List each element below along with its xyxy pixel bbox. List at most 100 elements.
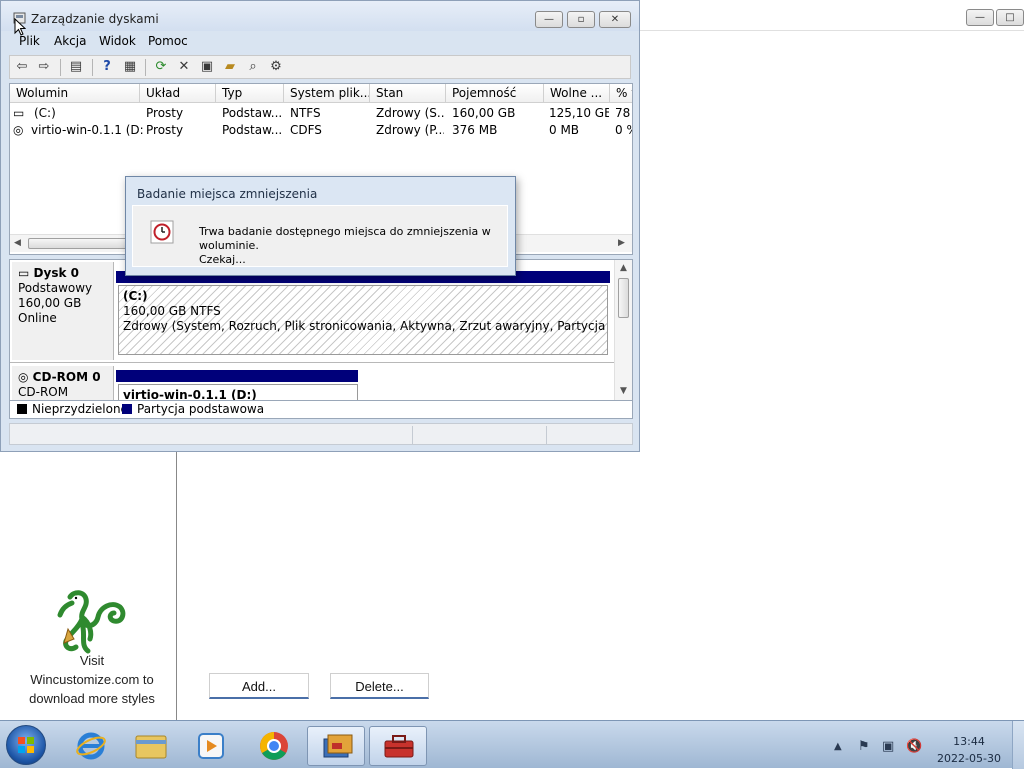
partition-size: 160,00 GB NTFS xyxy=(123,304,221,318)
chrome-icon xyxy=(260,732,288,760)
search-icon[interactable]: ⌕ xyxy=(244,59,262,75)
window-title: Zarządzanie dyskami xyxy=(31,12,159,26)
menu-plik[interactable]: Plik xyxy=(19,34,40,48)
main-titlebar[interactable]: Zarządzanie dyskami — ▫ ✕ xyxy=(1,1,639,31)
disk-name: Dysk 0 xyxy=(33,266,79,280)
settings-icon[interactable]: ⚙ xyxy=(267,59,285,75)
taskbar-media-player[interactable] xyxy=(182,726,240,766)
menu-pomoc[interactable]: Pomoc xyxy=(148,34,188,48)
partition-d[interactable]: virtio-win-0.1.1 (D:) xyxy=(118,384,358,400)
cell-wolne: 0 MB xyxy=(549,123,580,137)
clock-time[interactable]: 13:44 xyxy=(930,735,1008,748)
refresh-icon[interactable]: ⟳ xyxy=(152,59,170,75)
promo-line-3: download more styles xyxy=(29,691,155,706)
promo-line-1: Visit xyxy=(79,653,105,668)
action-center-flag-icon[interactable]: ⚑ xyxy=(858,739,870,754)
column-header-wolne[interactable]: Wolne ... xyxy=(544,84,610,103)
scroll-up-icon[interactable]: ▲ xyxy=(620,263,627,273)
cell-system-plikow: NTFS xyxy=(290,106,321,120)
shrink-query-dialog: Badanie miejsca zmniejszenia Trwa badani… xyxy=(125,176,516,276)
drive-icon: ▭ xyxy=(13,106,25,120)
open-folder-icon[interactable]: ▰ xyxy=(221,59,239,75)
delete-button[interactable]: Delete... xyxy=(330,673,429,699)
properties-pane-icon[interactable]: ▦ xyxy=(121,59,139,75)
scroll-left-icon[interactable]: ◀ xyxy=(14,238,21,248)
back-icon[interactable]: ⇦ xyxy=(13,59,31,75)
legend-primary-partition: Partycja podstawowa xyxy=(137,402,265,416)
network-icon[interactable]: ▣ xyxy=(882,739,894,754)
help-icon[interactable]: ? xyxy=(98,59,116,75)
promo-line-2: Wincustomize.com to xyxy=(30,672,154,687)
scroll-down-icon[interactable]: ▼ xyxy=(620,386,627,396)
column-header-system-plikow[interactable]: System plik... xyxy=(284,84,370,103)
scroll-right-icon[interactable]: ▶ xyxy=(618,238,625,248)
console-tree-icon[interactable]: ▤ xyxy=(67,59,85,75)
dialog-message: Trwa badanie dostępnego miejsca do zmnie… xyxy=(199,225,509,267)
properties-icon[interactable]: ▣ xyxy=(198,59,216,75)
forward-icon[interactable]: ⇨ xyxy=(35,59,53,75)
disk-graphical-view: ▭ Dysk 0 Podstawowy 160,00 GB Online (C:… xyxy=(9,259,633,401)
cell-pojemnosc: 376 MB xyxy=(452,123,498,137)
media-player-icon xyxy=(198,733,224,759)
menu-widok[interactable]: Widok xyxy=(99,34,136,48)
maximize-button[interactable]: ▫ xyxy=(567,11,595,28)
column-header-stan[interactable]: Stan xyxy=(370,84,446,103)
column-header-procent[interactable]: % v xyxy=(610,84,632,103)
partition-name: (C:) xyxy=(123,289,148,303)
disk-0-label[interactable]: ▭ Dysk 0 Podstawowy 160,00 GB Online xyxy=(12,262,114,360)
partition-c[interactable]: (C:) 160,00 GB NTFS Zdrowy (System, Rozr… xyxy=(118,285,608,355)
show-desktop-button[interactable] xyxy=(1012,721,1024,769)
volume-muted-icon[interactable]: 🔇 xyxy=(906,739,922,754)
toolbar-separator xyxy=(60,59,61,76)
disk-status: Online xyxy=(18,311,57,325)
start-button[interactable] xyxy=(6,725,46,765)
vertical-scrollbar[interactable]: ▲ ▼ xyxy=(614,260,632,400)
cell-typ: Podstaw... xyxy=(222,123,282,137)
clock-date[interactable]: 2022-05-30 xyxy=(930,752,1008,765)
taskbar-internet-explorer[interactable] xyxy=(62,726,120,766)
close-button[interactable]: ✕ xyxy=(599,11,631,28)
toolbar: ⇦ ⇨ ▤ ? ▦ ⟳ ✕ ▣ ▰ ⌕ ⚙ xyxy=(9,55,631,79)
column-header-pojemnosc[interactable]: Pojemność xyxy=(446,84,544,103)
status-bar xyxy=(9,423,633,445)
legend-swatch-unallocated xyxy=(17,404,27,414)
add-button[interactable]: Add... xyxy=(209,673,309,699)
scrollbar-thumb[interactable] xyxy=(28,238,138,249)
cdrom-name-row: ◎ CD-ROM 0 xyxy=(18,370,107,385)
show-hidden-icons-icon[interactable]: ▲ xyxy=(834,741,842,752)
column-header-uklad[interactable]: Układ xyxy=(140,84,216,103)
table-row[interactable]: ▭ (C:) Prosty Podstaw... NTFS Zdrowy (S.… xyxy=(10,105,632,121)
disk-management-icon xyxy=(323,734,353,758)
toolbar-separator xyxy=(92,59,93,76)
bg-minimize-button[interactable]: — xyxy=(966,9,994,26)
taskbar-windows-explorer[interactable] xyxy=(122,726,180,766)
cell-stan: Zdrowy (P... xyxy=(376,123,444,137)
cell-stan: Zdrowy (S... xyxy=(376,106,444,120)
lizard-logo-icon xyxy=(57,590,126,654)
column-header-wolumin[interactable]: Wolumin xyxy=(10,84,140,103)
scrollbar-thumb[interactable] xyxy=(618,278,629,318)
table-row[interactable]: ◎ virtio-win-0.1.1 (D:) Prosty Podstaw..… xyxy=(10,122,632,138)
cell-procent: 78 xyxy=(615,106,631,120)
legend: Nieprzydzielone Partycja podstawowa xyxy=(9,401,633,419)
bg-maximize-button[interactable]: □ xyxy=(996,9,1024,26)
cdrom-0-label[interactable]: ◎ CD-ROM 0 CD-ROM xyxy=(12,366,114,400)
menu-akcja[interactable]: Akcja xyxy=(54,34,86,48)
taskbar-disk-management[interactable] xyxy=(307,726,365,766)
dialog-message-line-2: Czekaj... xyxy=(199,253,246,266)
minimize-button[interactable]: — xyxy=(535,11,563,28)
taskbar-toolbox[interactable] xyxy=(369,726,427,766)
disk-0-name-row: ▭ Dysk 0 xyxy=(18,266,107,281)
status-separator xyxy=(412,426,413,444)
toolbox-icon xyxy=(384,735,414,758)
cell-typ: Podstaw... xyxy=(222,106,282,120)
column-header-typ[interactable]: Typ xyxy=(216,84,284,103)
taskbar-chrome[interactable] xyxy=(245,726,303,766)
legend-swatch-primary xyxy=(122,404,132,414)
cell-system-plikow: CDFS xyxy=(290,123,322,137)
cdrom-type: CD-ROM xyxy=(18,385,69,399)
cell-uklad: Prosty xyxy=(146,123,184,137)
status-separator xyxy=(546,426,547,444)
delete-icon[interactable]: ✕ xyxy=(175,59,193,75)
cell-uklad: Prosty xyxy=(146,106,184,120)
